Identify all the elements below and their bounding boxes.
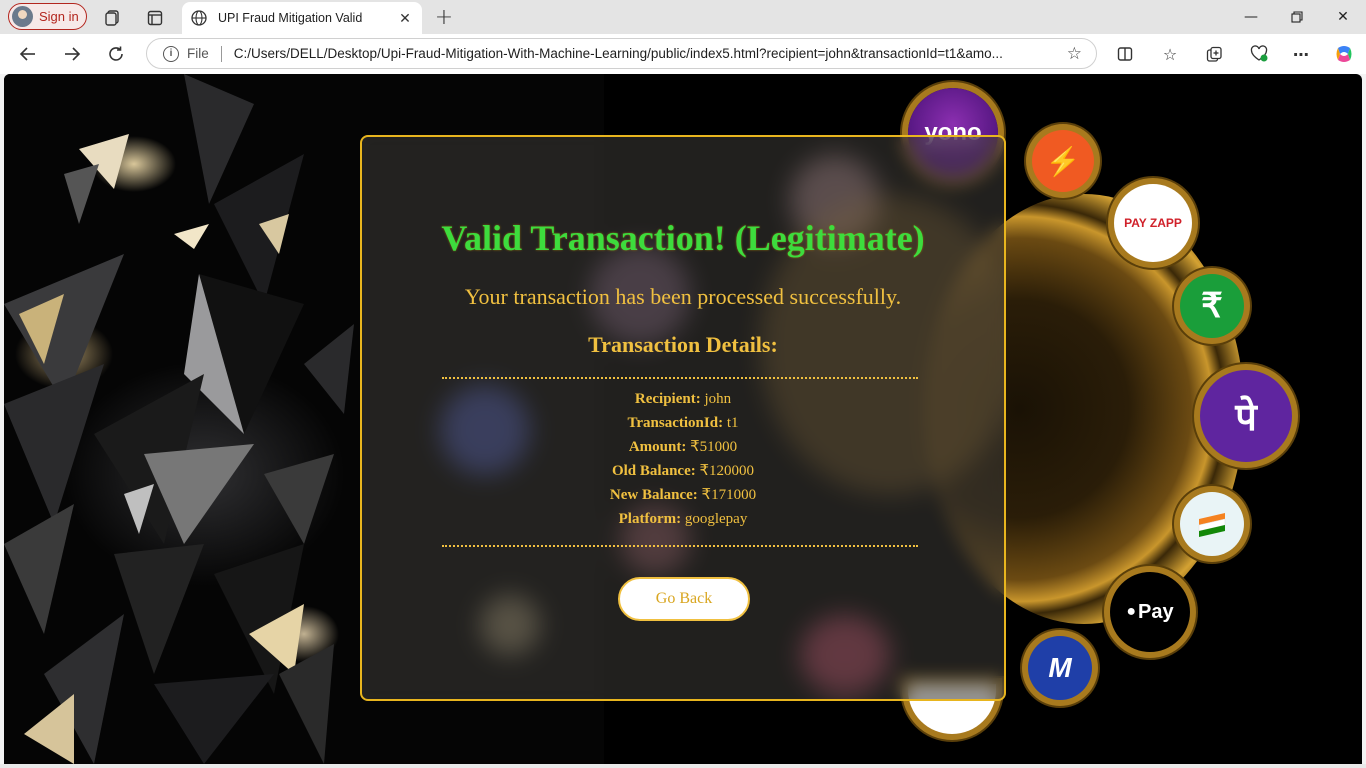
more-options-icon[interactable]: ⋯ [1289,42,1313,66]
apple-pay-logo-text: Pay [1138,600,1174,623]
url-scheme-label: File [187,46,209,61]
window-bottom-edge [0,764,1366,768]
detail-label: Amount: [628,439,687,455]
restore-icon[interactable] [1286,6,1308,28]
detail-value: ₹51000 [690,439,738,455]
rupee-logo-icon: ₹ [1180,274,1244,338]
sign-in-label: Sign in [39,9,79,24]
success-message: Your transaction has been processed succ… [464,284,902,309]
transaction-result-card: Valid Transaction! (Legitimate) Your tra… [360,135,1006,701]
sign-in-button[interactable]: Sign in [8,3,87,30]
payzapp-logo-text: PAY ZAPP [1124,215,1182,230]
address-bar[interactable]: i File C:/Users/DELL/Desktop/Upi-Fraud-M… [146,38,1097,69]
details-heading: Transaction Details: [588,332,778,357]
bhim-flag-logo-icon [1180,492,1244,556]
browser-tab-bar: Sign in UPI Fraud Mitigation Valid ✕ + —… [0,0,1366,34]
go-back-button[interactable]: Go Back [618,577,750,621]
divider-bottom [442,545,918,547]
tab-title: UPI Fraud Mitigation Valid [218,11,363,25]
minimize-icon[interactable]: — [1240,6,1262,28]
details-list: Recipient: john TransactionId: t1 Amount… [362,387,1004,531]
collections-icon[interactable] [1202,42,1226,66]
address-separator [220,45,222,62]
mobikwik-logo-icon: M [1028,636,1092,700]
page-title: Valid Transaction! (Legitimate) [441,218,925,258]
detail-value: ₹171000 [701,487,757,503]
apple-pay-logo-icon: ● Pay [1110,572,1190,652]
detail-recipient: Recipient: john [362,387,1004,411]
phonepe-logo-text: पे [1235,397,1257,439]
detail-label: New Balance: [609,487,698,503]
tab-actions-icon[interactable] [144,7,166,29]
detail-transaction-id: TransactionId: t1 [362,411,1004,435]
detail-platform: Platform: googlepay [362,507,1004,531]
favorite-star-icon[interactable]: ☆ [1067,44,1082,64]
site-info-icon[interactable]: i [163,45,179,62]
split-screen-icon[interactable] [1113,42,1137,66]
forward-arrow-icon[interactable] [59,41,85,67]
detail-old-balance: Old Balance: ₹120000 [362,459,1004,483]
refresh-icon[interactable] [103,41,129,67]
detail-new-balance: New Balance: ₹171000 [362,483,1004,507]
detail-label: Recipient: [634,391,701,407]
url-text: C:/Users/DELL/Desktop/Upi-Fraud-Mitigati… [233,46,1003,61]
favorites-icon[interactable]: ☆ [1158,42,1182,66]
detail-value: googlepay [684,511,748,527]
detail-value: t1 [726,415,739,431]
apple-icon: ● [1126,603,1137,620]
new-tab-icon[interactable]: + [432,5,456,30]
browser-toolbar: i File C:/Users/DELL/Desktop/Upi-Fraud-M… [0,34,1366,74]
page-viewport: yono ⚡ PAY ZAPP ₹ पे ● Pay M Valid Transa… [4,74,1362,764]
detail-label: TransactionId: [627,415,724,431]
close-window-icon[interactable]: ✕ [1332,6,1354,28]
globe-icon [191,10,207,26]
detail-value: john [704,391,732,407]
workspaces-icon[interactable] [102,7,124,29]
mobikwik-logo-text: M [1048,652,1072,683]
detail-label: Old Balance: [611,463,696,479]
detail-amount: Amount: ₹51000 [362,435,1004,459]
detail-label: Platform: [618,511,682,527]
divider-top [442,377,918,379]
close-tab-icon[interactable]: ✕ [396,9,414,27]
rupee-logo-text: ₹ [1201,287,1223,325]
phonepe-logo-icon: पे [1200,370,1292,462]
detail-value: ₹120000 [699,463,755,479]
copilot-icon[interactable] [1332,42,1356,66]
tab-active[interactable]: UPI Fraud Mitigation Valid ✕ [182,2,422,34]
profile-avatar-icon [12,6,33,27]
back-arrow-icon[interactable] [15,41,41,67]
browser-essentials-icon[interactable] [1247,42,1271,66]
freecharge-logo-icon: ⚡ [1032,130,1094,192]
payzapp-logo-icon: PAY ZAPP [1114,184,1192,262]
